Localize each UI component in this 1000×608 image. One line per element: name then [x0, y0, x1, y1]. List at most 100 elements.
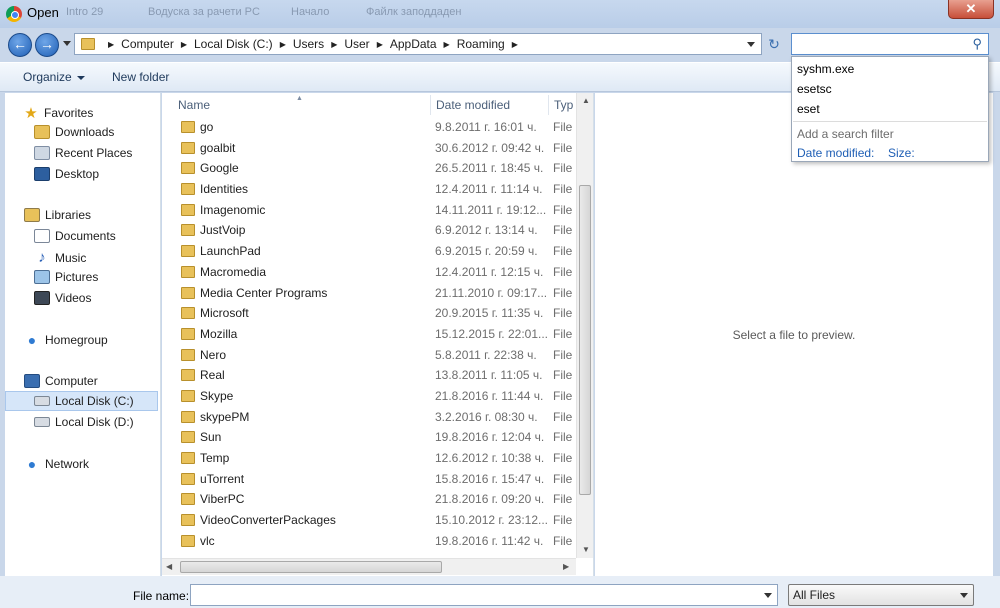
sidebar-item-label: Libraries [45, 208, 92, 222]
column-divider[interactable] [430, 95, 431, 115]
sidebar-item-documents[interactable]: Documents [34, 229, 116, 243]
back-button[interactable]: ← [8, 33, 32, 57]
drive-icon [34, 417, 50, 427]
table-row[interactable]: go 9.8.2011 г. 16:01 ч. File [162, 117, 576, 138]
table-row[interactable]: Microsoft 20.9.2015 г. 11:35 ч. File [162, 303, 576, 324]
address-history-dropdown-icon[interactable] [747, 42, 755, 47]
new-folder-button[interactable]: New folder [112, 70, 169, 84]
sidebar-item-favorites[interactable]: ★ Favorites [23, 104, 93, 122]
file-name: Sun [200, 430, 222, 444]
chevron-right-icon[interactable]: ▶ [331, 40, 337, 49]
scrollbar-thumb[interactable] [180, 561, 442, 573]
sidebar-item-label: Documents [55, 229, 116, 243]
breadcrumb-roaming[interactable]: Roaming [457, 37, 505, 51]
file-name: Temp [200, 451, 230, 465]
column-divider[interactable] [548, 95, 549, 115]
folder-icon [181, 287, 195, 299]
sidebar-item-libraries[interactable]: Libraries [24, 208, 91, 222]
search-icon[interactable]: ⚲ [972, 36, 982, 52]
file-type: File [553, 141, 573, 155]
preview-pane: Select a file to preview. [595, 93, 993, 576]
sidebar-item-computer[interactable]: Computer [24, 374, 98, 388]
desktop-icon [34, 167, 50, 181]
recent-locations-dropdown-icon[interactable] [63, 41, 71, 46]
search-suggestion[interactable]: esetsc [797, 82, 832, 96]
file-type: File [553, 223, 573, 237]
table-row[interactable]: Google 26.5.2011 г. 18:45 ч. File [162, 158, 576, 179]
table-row[interactable]: Identities 12.4.2011 г. 11:14 ч. File [162, 179, 576, 200]
address-bar[interactable]: ▶ Computer ▶ Local Disk (C:) ▶ Users ▶ U… [74, 33, 762, 55]
column-header-name[interactable]: Name [178, 93, 428, 117]
scroll-down-icon[interactable]: ▼ [582, 545, 590, 554]
table-row[interactable]: skypePM 3.2.2016 г. 08:30 ч. File [162, 407, 576, 428]
size-filter[interactable]: Size: [888, 146, 915, 160]
chevron-right-icon[interactable]: ▶ [181, 40, 187, 49]
sidebar-item-music[interactable]: ♪ Music [34, 249, 86, 266]
scroll-up-icon[interactable]: ▲ [582, 96, 590, 105]
sidebar-item-videos[interactable]: Videos [34, 291, 91, 305]
sidebar-item-homegroup[interactable]: ● Homegroup [24, 332, 108, 348]
close-button[interactable]: ✕ [948, 0, 994, 19]
scroll-left-icon[interactable]: ◀ [166, 562, 172, 571]
column-header-type[interactable]: Typ [554, 93, 576, 117]
breadcrumb-user[interactable]: User [344, 37, 369, 51]
scrollbar-thumb[interactable] [579, 185, 591, 495]
navigation-pane: ★ Favorites Downloads Recent Places Deskt… [5, 93, 161, 576]
forward-button[interactable]: → [35, 33, 59, 57]
breadcrumb-users[interactable]: Users [293, 37, 324, 51]
table-row[interactable]: goalbit 30.6.2012 г. 09:42 ч. File [162, 138, 576, 159]
table-row[interactable]: VideoConverterPackages 15.10.2012 г. 23:1… [162, 510, 576, 531]
breadcrumb-computer[interactable]: Computer [121, 37, 174, 51]
table-row[interactable]: uTorrent 15.8.2016 г. 15:47 ч. File [162, 469, 576, 490]
refresh-icon[interactable]: ↻ [764, 34, 784, 54]
sidebar-item-local-disk-c[interactable]: Local Disk (C:) [5, 391, 158, 411]
sidebar-item-recent-places[interactable]: Recent Places [34, 146, 132, 160]
file-type-select[interactable]: All Files [788, 584, 974, 606]
table-row[interactable]: ViberPC 21.8.2016 г. 09:20 ч. File [162, 489, 576, 510]
file-name-input[interactable] [190, 584, 778, 606]
file-type: File [553, 244, 573, 258]
table-row[interactable]: vlc 19.8.2016 г. 11:42 ч. File [162, 531, 576, 552]
chevron-right-icon[interactable]: ▶ [280, 40, 286, 49]
organize-button[interactable]: Organize [23, 70, 85, 84]
scroll-right-icon[interactable]: ▶ [563, 562, 569, 571]
breadcrumb-appdata[interactable]: AppData [390, 37, 437, 51]
table-row[interactable]: LaunchPad 6.9.2015 г. 20:59 ч. File [162, 241, 576, 262]
chevron-down-icon[interactable] [764, 593, 772, 598]
network-icon: ● [27, 456, 37, 472]
table-row[interactable]: Macromedia 12.4.2011 г. 12:15 ч. File [162, 262, 576, 283]
sidebar-item-pictures[interactable]: Pictures [34, 270, 98, 284]
horizontal-scrollbar[interactable]: ◀ ▶ [162, 558, 576, 575]
table-row[interactable]: Skype 21.8.2016 г. 11:44 ч. File [162, 386, 576, 407]
file-date: 21.11.2010 г. 09:17... [435, 286, 547, 300]
search-suggestion[interactable]: eset [797, 102, 820, 116]
file-name-label: File name: [133, 589, 190, 603]
computer-icon [24, 374, 40, 388]
file-name-bar: File name: All Files [0, 576, 1000, 608]
chevron-right-icon[interactable]: ▶ [377, 40, 383, 49]
file-name: go [200, 120, 214, 134]
chevron-right-icon[interactable]: ▶ [512, 40, 518, 49]
chevron-right-icon[interactable]: ▶ [108, 40, 114, 49]
table-row[interactable]: Media Center Programs 21.11.2010 г. 09:17… [162, 283, 576, 304]
file-name: Microsoft [200, 306, 249, 320]
table-row[interactable]: Imagenomic 14.11.2011 г. 19:12... File [162, 200, 576, 221]
search-input[interactable]: ⚲ [791, 33, 989, 55]
breadcrumb-local-disk[interactable]: Local Disk (C:) [194, 37, 273, 51]
table-row[interactable]: Real 13.8.2011 г. 11:05 ч. File [162, 365, 576, 386]
vertical-scrollbar[interactable]: ▲ ▼ [576, 93, 593, 558]
chevron-right-icon[interactable]: ▶ [444, 40, 450, 49]
table-row[interactable]: JustVoip 6.9.2012 г. 13:14 ч. File [162, 220, 576, 241]
table-row[interactable]: Temp 12.6.2012 г. 10:38 ч. File [162, 448, 576, 469]
table-row[interactable]: Sun 19.8.2016 г. 12:04 ч. File [162, 427, 576, 448]
sidebar-item-desktop[interactable]: Desktop [34, 167, 99, 181]
sidebar-item-local-disk-d[interactable]: Local Disk (D:) [34, 415, 134, 429]
table-row[interactable]: Mozilla 15.12.2015 г. 22:01... File [162, 324, 576, 345]
table-row[interactable]: Nero 5.8.2011 г. 22:38 ч. File [162, 345, 576, 366]
search-suggestion[interactable]: syshm.exe [797, 62, 854, 76]
sidebar-item-network[interactable]: ● Network [24, 456, 89, 472]
sidebar-item-downloads[interactable]: Downloads [34, 125, 114, 139]
file-type: File [553, 492, 573, 506]
column-header-date-modified[interactable]: Date modified [436, 93, 546, 117]
date-modified-filter[interactable]: Date modified: [797, 146, 874, 160]
